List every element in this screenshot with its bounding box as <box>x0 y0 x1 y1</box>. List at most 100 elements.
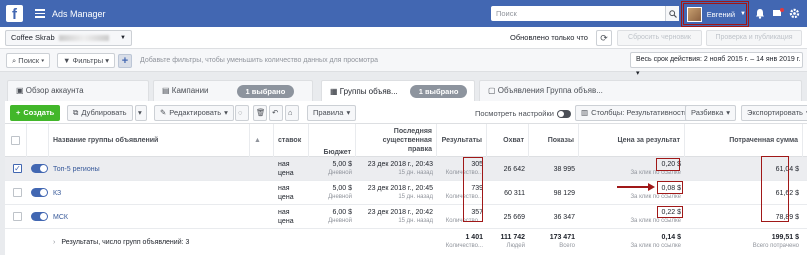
search-placeholder: Поиск <box>496 9 517 18</box>
col-budget[interactable]: Бюджет <box>309 124 356 157</box>
budget-cell: 5,00 $ Дневной <box>309 157 356 181</box>
app-title: Ads Manager <box>52 8 106 19</box>
edit-button[interactable]: ✎ Редактировать ▾ <box>154 105 234 121</box>
col-cost-per-result[interactable]: Цена за результат <box>579 124 685 157</box>
filters-button[interactable]: ▼ Фильтры ▾ <box>57 53 115 68</box>
table-row[interactable]: ✓ Топ-5 регионы ная цена 5,00 $ Дневной 2… <box>5 157 807 181</box>
toggle-column-header <box>27 124 49 157</box>
adset-name-link[interactable]: Топ-5 регионы <box>49 157 250 181</box>
edit-sub: 15 дн. назад <box>398 218 433 224</box>
account-name: Coffee Skrab <box>11 33 55 42</box>
edit-value: 23 дек 2018 г., 20:43 <box>367 161 433 168</box>
budget-value: 5,00 $ <box>332 161 352 168</box>
col-name[interactable]: Название группы объявлений <box>49 124 250 157</box>
totals-impressions: 173 471 Всего <box>529 229 579 255</box>
row-checkbox[interactable] <box>13 188 22 197</box>
tab-campaigns[interactable]: ▤ Кампании 1 выбрано <box>153 80 313 101</box>
tag-icon[interactable]: ⌂ <box>285 105 299 121</box>
flag-icon[interactable] <box>772 8 784 22</box>
action-toolbar: + Создать ⧉ Дублировать ▾ ✎ Редактировать … <box>5 101 807 124</box>
totals-impressions-sub: Всего <box>559 243 575 249</box>
cpr-sub: За клик по ссылке <box>630 218 681 224</box>
ad-icon: ▢ <box>488 86 498 95</box>
duplicate-button[interactable]: ⧉ Дублировать <box>67 105 133 121</box>
gear-icon[interactable] <box>789 8 800 22</box>
impressions-cell: 98 129 <box>553 189 575 197</box>
discard-drafts-button[interactable]: Сбросить черновик <box>617 30 702 46</box>
row-toggle[interactable] <box>31 188 48 197</box>
bell-icon[interactable] <box>755 8 765 22</box>
review-publish-button[interactable]: Проверка и публикация <box>706 30 802 46</box>
table-row[interactable]: МСК ная цена 6,00 $ Дневной 23 дек 2018 г… <box>5 205 807 229</box>
reach-cell: 25 669 <box>503 213 525 221</box>
export-button[interactable]: Экспортировать ▾ <box>741 105 807 121</box>
col-last-edit[interactable]: Последняя существенная правка <box>356 124 437 157</box>
tab-account-overview[interactable]: ▣ Обзор аккаунта <box>7 80 149 101</box>
view-settings-toggle[interactable]: Посмотреть настройки <box>475 109 571 119</box>
user-highlight-box <box>681 1 749 27</box>
search-filter-button[interactable]: ⌕ Поиск ▾ <box>6 53 51 68</box>
budget-cell: 5,00 $ Дневной <box>309 181 356 205</box>
tab-ad-sets[interactable]: ▦ Группы объяв... 1 выбрано <box>321 80 475 102</box>
adsets-table: Название группы объявлений ▲ ставок Бюдж… <box>5 124 807 255</box>
col-results[interactable]: Результаты <box>437 124 487 157</box>
row-checkbox[interactable]: ✓ <box>13 164 22 173</box>
menu-icon[interactable] <box>35 9 45 18</box>
rules-button[interactable]: Правила ▾ <box>307 105 357 121</box>
col-amount-spent[interactable]: Потраченная сумма <box>685 124 803 157</box>
search-filter-label: Поиск <box>18 56 40 65</box>
account-id-blur <box>58 35 109 41</box>
facebook-logo-icon[interactable]: f <box>6 5 23 23</box>
cpr-highlight-box <box>657 181 683 194</box>
budget-value: 6,00 $ <box>332 209 352 216</box>
selected-badge[interactable]: 1 выбрано <box>409 85 468 98</box>
totals-results: 1 401 Количество... <box>437 229 487 255</box>
annotation-arrow <box>617 186 649 188</box>
totals-spent-sub: Всего потрачено <box>752 243 799 249</box>
level-tabs: ▣ Обзор аккаунта ▤ Кампании 1 выбрано ▦ Г… <box>0 76 807 102</box>
totals-reach-value: 111 742 <box>500 234 525 241</box>
selected-badge[interactable]: 1 выбрано <box>236 84 295 98</box>
select-all-checkbox[interactable] <box>11 136 20 145</box>
tab-ads[interactable]: ▢ Объявления Группа объяв... <box>479 80 802 101</box>
totals-cpr-value: 0,14 $ <box>661 234 681 241</box>
col-impressions[interactable]: Показы <box>529 124 579 157</box>
totals-results-value: 1 401 <box>465 234 483 241</box>
undo-icon[interactable]: ↶ <box>269 105 283 121</box>
row-checkbox[interactable] <box>13 212 22 221</box>
totals-cpr-sub: За клик по ссылке <box>630 243 681 249</box>
edit-cell: 23 дек 2018 г., 20:45 15 дн. назад <box>356 181 437 205</box>
budget-sub: Дневной <box>328 170 352 176</box>
row-toggle[interactable] <box>31 164 48 173</box>
preview-icon[interactable]: ◌ <box>235 105 249 121</box>
tab-label: Кампании <box>171 86 209 95</box>
search-icon[interactable] <box>665 6 679 21</box>
budget-sub: Дневной <box>328 194 352 200</box>
bid-cell: ная цена <box>278 209 294 225</box>
trash-icon[interactable]: 🗑 <box>253 105 267 121</box>
chevron-right-icon[interactable]: › <box>53 238 55 247</box>
col-reach[interactable]: Охват <box>487 124 529 157</box>
create-button[interactable]: + Создать <box>10 105 61 121</box>
add-filter-button[interactable]: + <box>118 54 132 68</box>
columns-button[interactable]: ▥Столбцы: Результативность ▾ <box>575 105 701 121</box>
date-range-selector[interactable]: Весь срок действия: 2 нояб 2015 г. – 14 … <box>630 52 803 77</box>
adset-icon: ▦ <box>330 86 340 96</box>
totals-impressions-value: 173 471 <box>549 234 575 241</box>
duplicate-dropdown[interactable]: ▾ <box>135 105 147 121</box>
totals-reach-sub: Людей <box>506 243 526 249</box>
col-bid[interactable]: ставок <box>274 124 309 157</box>
table-row[interactable]: КЗ ная цена 5,00 $ Дневной 23 дек 2018 г.… <box>5 181 807 205</box>
edit-cell: 23 дек 2018 г., 20:42 15 дн. назад <box>356 205 437 229</box>
account-selector[interactable]: Coffee Skrab ▼ <box>5 30 132 46</box>
chevron-down-icon: ▼ <box>120 35 126 41</box>
adset-name-link[interactable]: МСК <box>49 205 250 229</box>
toggle-switch[interactable] <box>556 110 571 119</box>
search-input[interactable]: Поиск <box>491 6 679 21</box>
row-toggle[interactable] <box>31 212 48 221</box>
adset-name-link[interactable]: КЗ <box>49 181 250 205</box>
breakdown-button[interactable]: Разбивка ▾ <box>685 105 737 121</box>
refresh-icon[interactable]: ⟳ <box>596 30 612 46</box>
edit-value: 23 дек 2018 г., 20:42 <box>367 209 433 216</box>
results-highlight-box <box>463 157 483 222</box>
